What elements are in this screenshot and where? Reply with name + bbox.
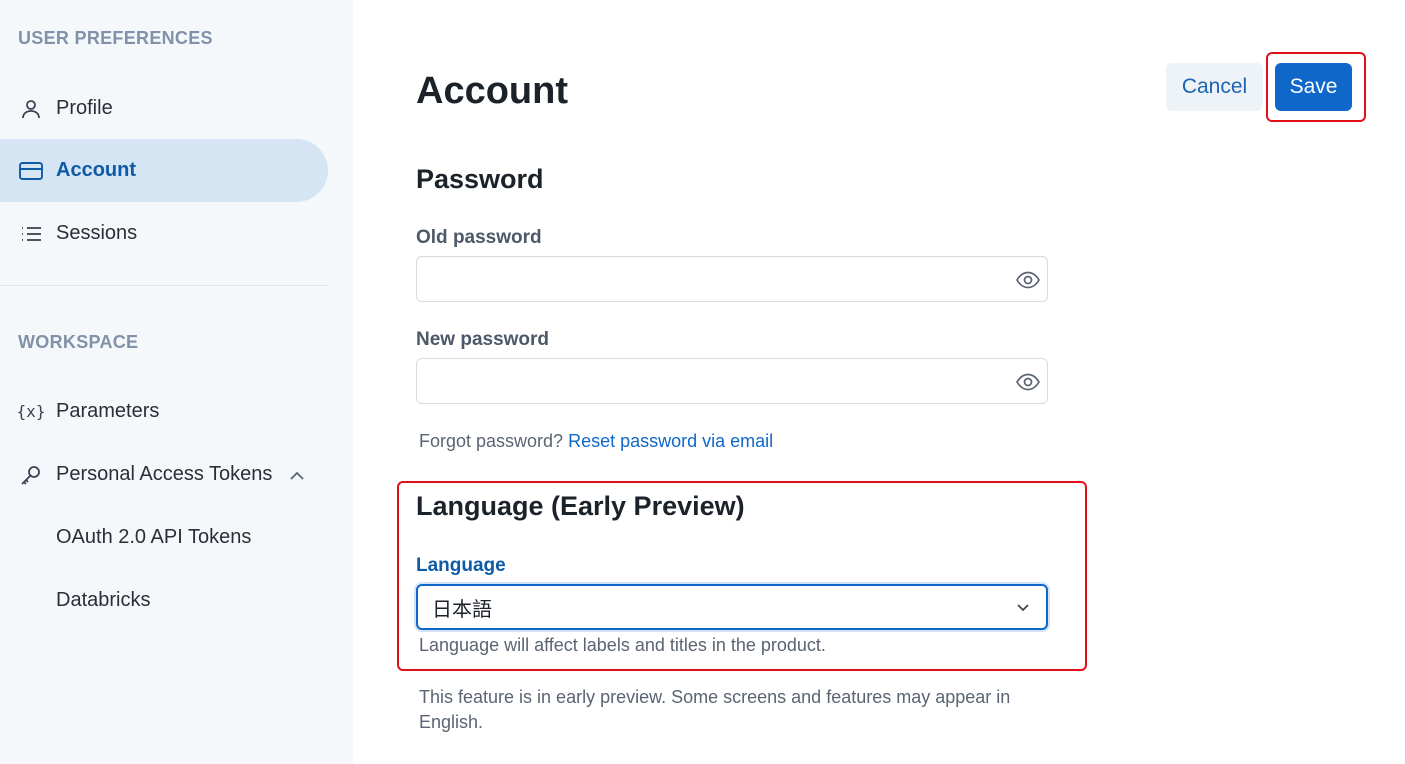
language-heading: Language (Early Preview) — [416, 491, 745, 521]
chevron-up-icon[interactable] — [287, 466, 307, 486]
save-button[interactable]: Save — [1275, 63, 1352, 111]
language-helper-text: Language will affect labels and titles i… — [419, 635, 826, 655]
person-icon — [18, 96, 44, 122]
old-password-input[interactable] — [417, 257, 1047, 301]
sidebar-subitem-databricks[interactable]: Databricks — [56, 589, 150, 612]
variable-icon: {x} — [16, 402, 46, 421]
password-heading: Password — [416, 164, 544, 194]
eye-icon[interactable] — [1015, 369, 1041, 395]
sidebar-item-profile[interactable]: Profile — [0, 77, 328, 140]
sidebar-item-label: Account — [56, 159, 136, 181]
card-icon — [18, 158, 44, 184]
eye-icon[interactable] — [1015, 267, 1041, 293]
new-password-label: New password — [416, 329, 550, 350]
sidebar-item-label: Parameters — [56, 400, 160, 422]
sidebar-item-account[interactable]: Account — [0, 139, 328, 202]
sidebar: USER PREFERENCES Profile Account Session… — [0, 0, 353, 764]
language-selected-value: 日本語 — [432, 598, 492, 621]
sidebar-subitem-oauth-tokens[interactable]: OAuth 2.0 API Tokens — [56, 526, 251, 549]
language-select[interactable]: 日本語 — [416, 584, 1048, 630]
sidebar-item-label: Personal Access Tokens — [56, 463, 273, 485]
main-content: Account Cancel Save Password Old passwor… — [353, 0, 1405, 764]
new-password-input[interactable] — [417, 359, 1047, 403]
cancel-button[interactable]: Cancel — [1166, 63, 1263, 111]
user-preferences-heading: USER PREFERENCES — [18, 28, 213, 48]
reset-password-link[interactable]: Reset password via email — [568, 431, 773, 451]
sidebar-item-parameters[interactable]: {x} Parameters — [0, 380, 328, 443]
old-password-label: Old password — [416, 227, 542, 248]
key-icon — [18, 462, 44, 488]
sidebar-divider — [0, 285, 328, 286]
language-label: Language — [416, 555, 506, 576]
sidebar-item-label: Profile — [56, 97, 113, 119]
forgot-password-row: Forgot password? Reset password via emai… — [419, 431, 773, 452]
new-password-field — [416, 358, 1048, 404]
early-preview-note: This feature is in early preview. Some s… — [419, 687, 1011, 732]
forgot-password-text: Forgot password? — [419, 431, 564, 451]
sidebar-item-sessions[interactable]: Sessions — [0, 202, 328, 265]
chevron-down-icon — [1017, 604, 1029, 612]
page-title: Account — [416, 70, 568, 112]
old-password-field — [416, 256, 1048, 302]
sidebar-item-personal-access-tokens[interactable]: Personal Access Tokens — [0, 443, 328, 506]
list-icon — [18, 221, 44, 247]
sidebar-item-label: Sessions — [56, 222, 138, 244]
workspace-heading: WORKSPACE — [18, 332, 139, 352]
